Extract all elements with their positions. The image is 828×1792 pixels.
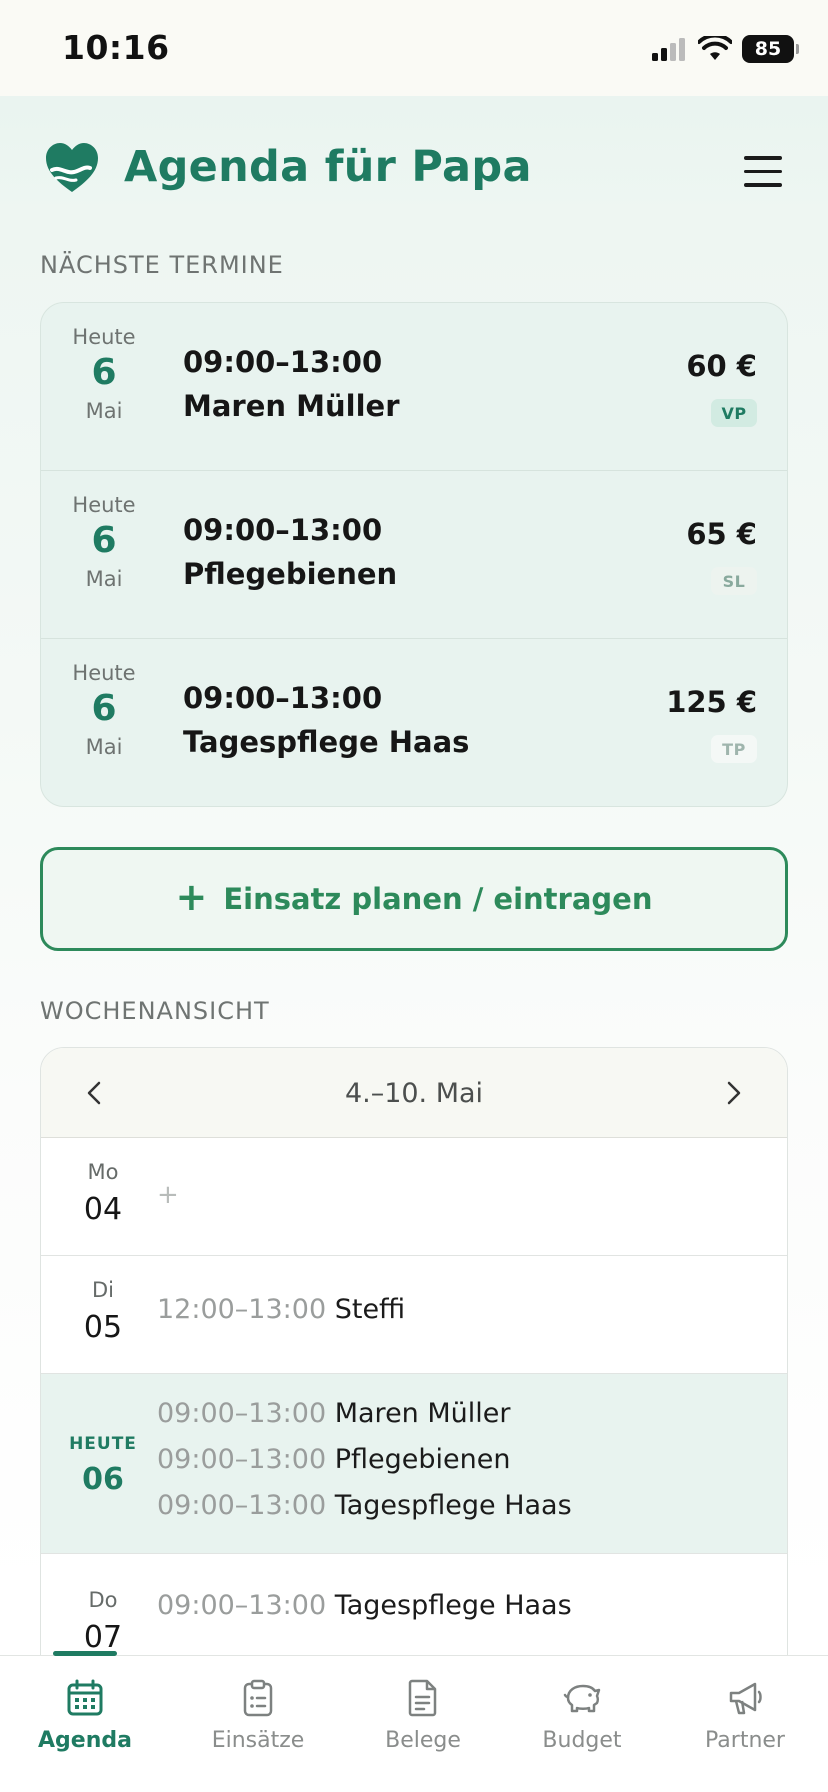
tab-agenda[interactable]: Agenda: [10, 1678, 160, 1753]
hamburger-menu-icon[interactable]: [744, 156, 782, 190]
entry-provider: Pflegebienen: [334, 1444, 511, 1475]
document-icon: [408, 1679, 437, 1717]
appointment-item[interactable]: Heute 6 Mai 09:00–13:00 Pflegebienen 65 …: [41, 471, 787, 639]
megaphone-icon: [729, 1682, 762, 1715]
upcoming-section-title: NÄCHSTE TERMINE: [40, 251, 284, 279]
tab-belege[interactable]: Belege: [348, 1678, 498, 1753]
tab-budget[interactable]: Budget: [507, 1678, 657, 1753]
appointment-time: 09:00–13:00: [183, 345, 383, 379]
appointment-provider: Pflegebienen: [183, 557, 398, 591]
day-number: 05: [83, 1310, 123, 1345]
wifi-icon: [698, 36, 732, 60]
day-name: Mo: [87, 1160, 119, 1184]
day-number: 07: [83, 1620, 123, 1655]
week-entry[interactable]: 12:00–13:00 Steffi: [157, 1294, 405, 1325]
appointment-date: Heute 6 Mai: [57, 493, 151, 591]
entry-time: 09:00–13:00: [157, 1590, 327, 1621]
day-name: Di: [91, 1278, 114, 1302]
battery-icon: 85: [742, 35, 799, 63]
appointment-month: Mai: [85, 735, 123, 759]
appointment-item[interactable]: Heute 6 Mai 09:00–13:00 Maren Müller 60 …: [41, 303, 787, 471]
appointment-time: 09:00–13:00: [183, 681, 383, 715]
day-number: 04: [83, 1192, 123, 1227]
next-week-button[interactable]: [699, 1048, 769, 1138]
week-range: 4.–10. Mai: [344, 1078, 484, 1109]
appointment-type-badge: VP: [711, 399, 757, 427]
status-bar: 10:16 85: [0, 0, 828, 96]
day-label: Di 05: [41, 1278, 165, 1345]
appointment-price: 125 €: [666, 685, 757, 719]
appointment-date-label: Heute: [72, 661, 136, 685]
app-header: Agenda für Papa: [40, 136, 788, 216]
entry-provider: Steffi: [334, 1294, 406, 1325]
chevron-right-icon: [727, 1081, 741, 1105]
heart-hands-logo-icon: [46, 143, 98, 192]
day-name: HEUTE: [69, 1434, 137, 1454]
cellular-signal-icon: [652, 38, 685, 61]
app-screen: 10:16 85 Agenda für Papa NÄCHSTE TERMINE…: [0, 0, 828, 1792]
entry-time: 09:00–13:00: [157, 1398, 327, 1429]
plan-assignment-label: Einsatz planen / eintragen: [223, 882, 653, 916]
page-title: Agenda für Papa: [124, 142, 532, 192]
plus-icon: +: [175, 875, 208, 919]
appointment-price: 65 €: [686, 517, 757, 551]
entry-provider: Maren Müller: [334, 1398, 511, 1429]
entry-time: 09:00–13:00: [157, 1444, 327, 1475]
clipboard-icon: [243, 1679, 273, 1717]
tab-partner[interactable]: Partner: [670, 1678, 820, 1753]
appointment-date: Heute 6 Mai: [57, 661, 151, 759]
day-label: Mo 04: [41, 1160, 165, 1227]
appointment-date-label: Heute: [72, 325, 136, 349]
day-name: Do: [88, 1588, 118, 1612]
week-day-row-today[interactable]: HEUTE 06 09:00–13:00 Maren Müller 09:00–…: [41, 1374, 787, 1554]
day-number: 06: [82, 1462, 124, 1497]
tab-label: Agenda: [38, 1728, 132, 1753]
tab-label: Einsätze: [211, 1728, 305, 1753]
status-time: 10:16: [62, 28, 170, 67]
day-label: Do 07: [41, 1588, 165, 1655]
appointment-day: 6: [91, 352, 117, 393]
tab-einsaetze[interactable]: Einsätze: [183, 1678, 333, 1753]
week-entry[interactable]: 09:00–13:00 Tagespflege Haas: [157, 1590, 572, 1621]
week-section-title: WOCHENANSICHT: [40, 997, 270, 1025]
entry-provider: Tagespflege Haas: [334, 1590, 572, 1621]
appointment-day: 6: [91, 520, 117, 561]
week-entry[interactable]: 09:00–13:00 Pflegebienen: [157, 1444, 510, 1475]
tab-label: Partner: [705, 1728, 785, 1753]
appointment-provider: Maren Müller: [183, 389, 400, 423]
active-tab-indicator: [53, 1651, 117, 1656]
entry-provider: Tagespflege Haas: [334, 1490, 572, 1521]
calendar-icon: [67, 1679, 103, 1716]
add-entry-button[interactable]: +: [157, 1180, 179, 1210]
piggy-bank-icon: [563, 1684, 601, 1713]
week-entry[interactable]: 09:00–13:00 Maren Müller: [157, 1398, 511, 1429]
tab-label: Budget: [542, 1728, 622, 1753]
appointment-date-label: Heute: [72, 493, 136, 517]
appointment-date: Heute 6 Mai: [57, 325, 151, 423]
status-icons: 85: [652, 34, 799, 64]
week-navigator: 4.–10. Mai: [41, 1048, 787, 1138]
appointment-price: 60 €: [686, 349, 757, 383]
appointment-day: 6: [91, 688, 117, 729]
appointment-type-badge: SL: [711, 567, 757, 595]
entry-time: 12:00–13:00: [157, 1294, 327, 1325]
appointment-time: 09:00–13:00: [183, 513, 383, 547]
day-label: HEUTE 06: [41, 1434, 165, 1497]
week-day-row[interactable]: Di 05 12:00–13:00 Steffi: [41, 1256, 787, 1374]
week-entry[interactable]: 09:00–13:00 Tagespflege Haas: [157, 1490, 572, 1521]
entry-time: 09:00–13:00: [157, 1490, 327, 1521]
plan-assignment-button[interactable]: + Einsatz planen / eintragen: [40, 847, 788, 951]
appointment-item[interactable]: Heute 6 Mai 09:00–13:00 Tagespflege Haas…: [41, 639, 787, 806]
week-day-row[interactable]: Mo 04 +: [41, 1138, 787, 1256]
appointment-month: Mai: [85, 567, 123, 591]
appointment-month: Mai: [85, 399, 123, 423]
bottom-tab-bar: Agenda Einsätze Belege Budget Partner: [0, 1651, 828, 1792]
upcoming-appointments-list: Heute 6 Mai 09:00–13:00 Maren Müller 60 …: [40, 302, 788, 807]
tab-label: Belege: [385, 1728, 461, 1753]
appointment-type-badge: TP: [711, 735, 757, 763]
appointment-provider: Tagespflege Haas: [183, 725, 470, 759]
